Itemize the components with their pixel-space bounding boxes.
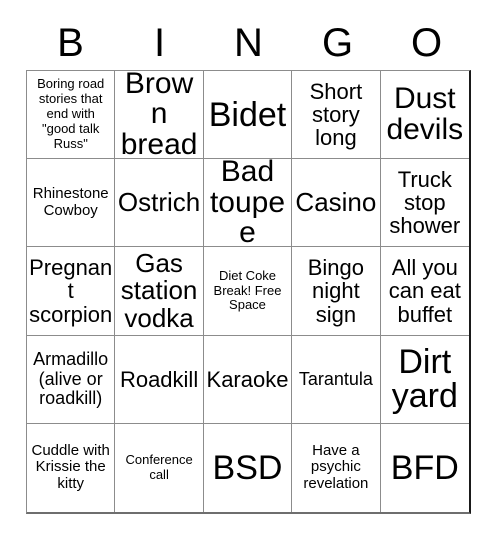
- header-letter-b: B: [57, 21, 84, 65]
- bingo-cell[interactable]: Roadkill: [115, 335, 204, 424]
- bingo-cell-label: Casino: [295, 187, 377, 218]
- bingo-cell-label: Roadkill: [119, 366, 199, 392]
- bingo-cell[interactable]: BFD: [380, 423, 469, 512]
- bingo-cell[interactable]: All you can eat buffet: [380, 247, 469, 336]
- bingo-cell[interactable]: Bidet: [203, 71, 293, 160]
- bingo-cell[interactable]: Pregnant scorpion: [27, 247, 116, 336]
- bingo-cell[interactable]: Karaoke: [203, 335, 293, 424]
- header-letter-i: I: [153, 21, 166, 65]
- bingo-header: B I N G O: [26, 16, 471, 70]
- bingo-cell[interactable]: Diet Coke Break! Free Space: [203, 247, 293, 336]
- bingo-cell-label: Have a psychic revelation: [303, 441, 369, 493]
- bingo-cell[interactable]: Armadillo (alive or roadkill): [27, 335, 116, 424]
- bingo-cell-label: Bingo night sign: [307, 255, 365, 327]
- bingo-cell[interactable]: Ostrich: [115, 159, 204, 248]
- bingo-cell[interactable]: Brown bread: [115, 71, 204, 160]
- header-letter-n: N: [234, 21, 263, 65]
- bingo-cell-label: BSD: [212, 448, 283, 487]
- bingo-cell-label: Rhinestone Cowboy: [32, 184, 109, 219]
- bingo-cell-label: Tarantula: [298, 368, 373, 389]
- bingo-cell[interactable]: Tarantula: [292, 335, 381, 424]
- bingo-cell[interactable]: Dust devils: [380, 71, 469, 160]
- bingo-cell[interactable]: Cuddle with Krissie the kitty: [27, 423, 116, 512]
- bingo-cell[interactable]: Conference call: [115, 423, 204, 512]
- bingo-cell[interactable]: Truck stop shower: [380, 159, 469, 248]
- bingo-cell-label: All you can eat buffet: [388, 255, 461, 327]
- bingo-cell-label: Karaoke: [206, 366, 289, 392]
- bingo-cell-label: Dirt yard: [391, 343, 458, 416]
- header-letter-g: G: [321, 21, 354, 65]
- header-letter-o: O: [410, 21, 443, 65]
- bingo-cell-label: Truck stop shower: [389, 166, 461, 239]
- bingo-cell[interactable]: Boring road stories that end with "good …: [27, 71, 116, 160]
- bingo-cell[interactable]: BSD: [203, 423, 293, 512]
- bingo-cell[interactable]: Have a psychic revelation: [292, 423, 381, 512]
- bingo-cell[interactable]: Dirt yard: [380, 335, 469, 424]
- bingo-grid: Boring road stories that end with "good …: [26, 70, 471, 514]
- bingo-cell-label: Boring road stories that end with "good …: [37, 76, 105, 151]
- bingo-cell-label: Diet Coke Break! Free Space: [213, 267, 282, 313]
- bingo-cell-label: Short story long: [309, 78, 363, 151]
- bingo-cell-label: Brown bread: [120, 71, 198, 160]
- bingo-cell[interactable]: Bad toupee: [203, 159, 293, 248]
- bingo-cell[interactable]: Short story long: [292, 71, 381, 160]
- bingo-cell-label: Conference call: [125, 451, 193, 482]
- bingo-cell-label: Dust devils: [386, 82, 464, 146]
- bingo-cell[interactable]: Gas station vodka: [115, 247, 204, 336]
- bingo-cell-label: BFD: [390, 448, 459, 487]
- bingo-cell-label: Bidet: [208, 95, 287, 134]
- bingo-card: B I N G O Boring road stories that end w…: [0, 0, 500, 544]
- bingo-cell-label: Ostrich: [117, 187, 201, 218]
- bingo-cell[interactable]: Bingo night sign: [292, 247, 381, 336]
- bingo-cell-label: Armadillo (alive or roadkill): [33, 349, 109, 408]
- bingo-cell-label: Bad toupee: [209, 159, 286, 248]
- bingo-cell-label: Cuddle with Krissie the kitty: [31, 441, 110, 493]
- bingo-cell-label: Gas station vodka: [120, 248, 198, 333]
- bingo-cell-label: Pregnant scorpion: [29, 255, 113, 327]
- bingo-cell[interactable]: Rhinestone Cowboy: [27, 159, 116, 248]
- bingo-cell[interactable]: Casino: [292, 159, 381, 248]
